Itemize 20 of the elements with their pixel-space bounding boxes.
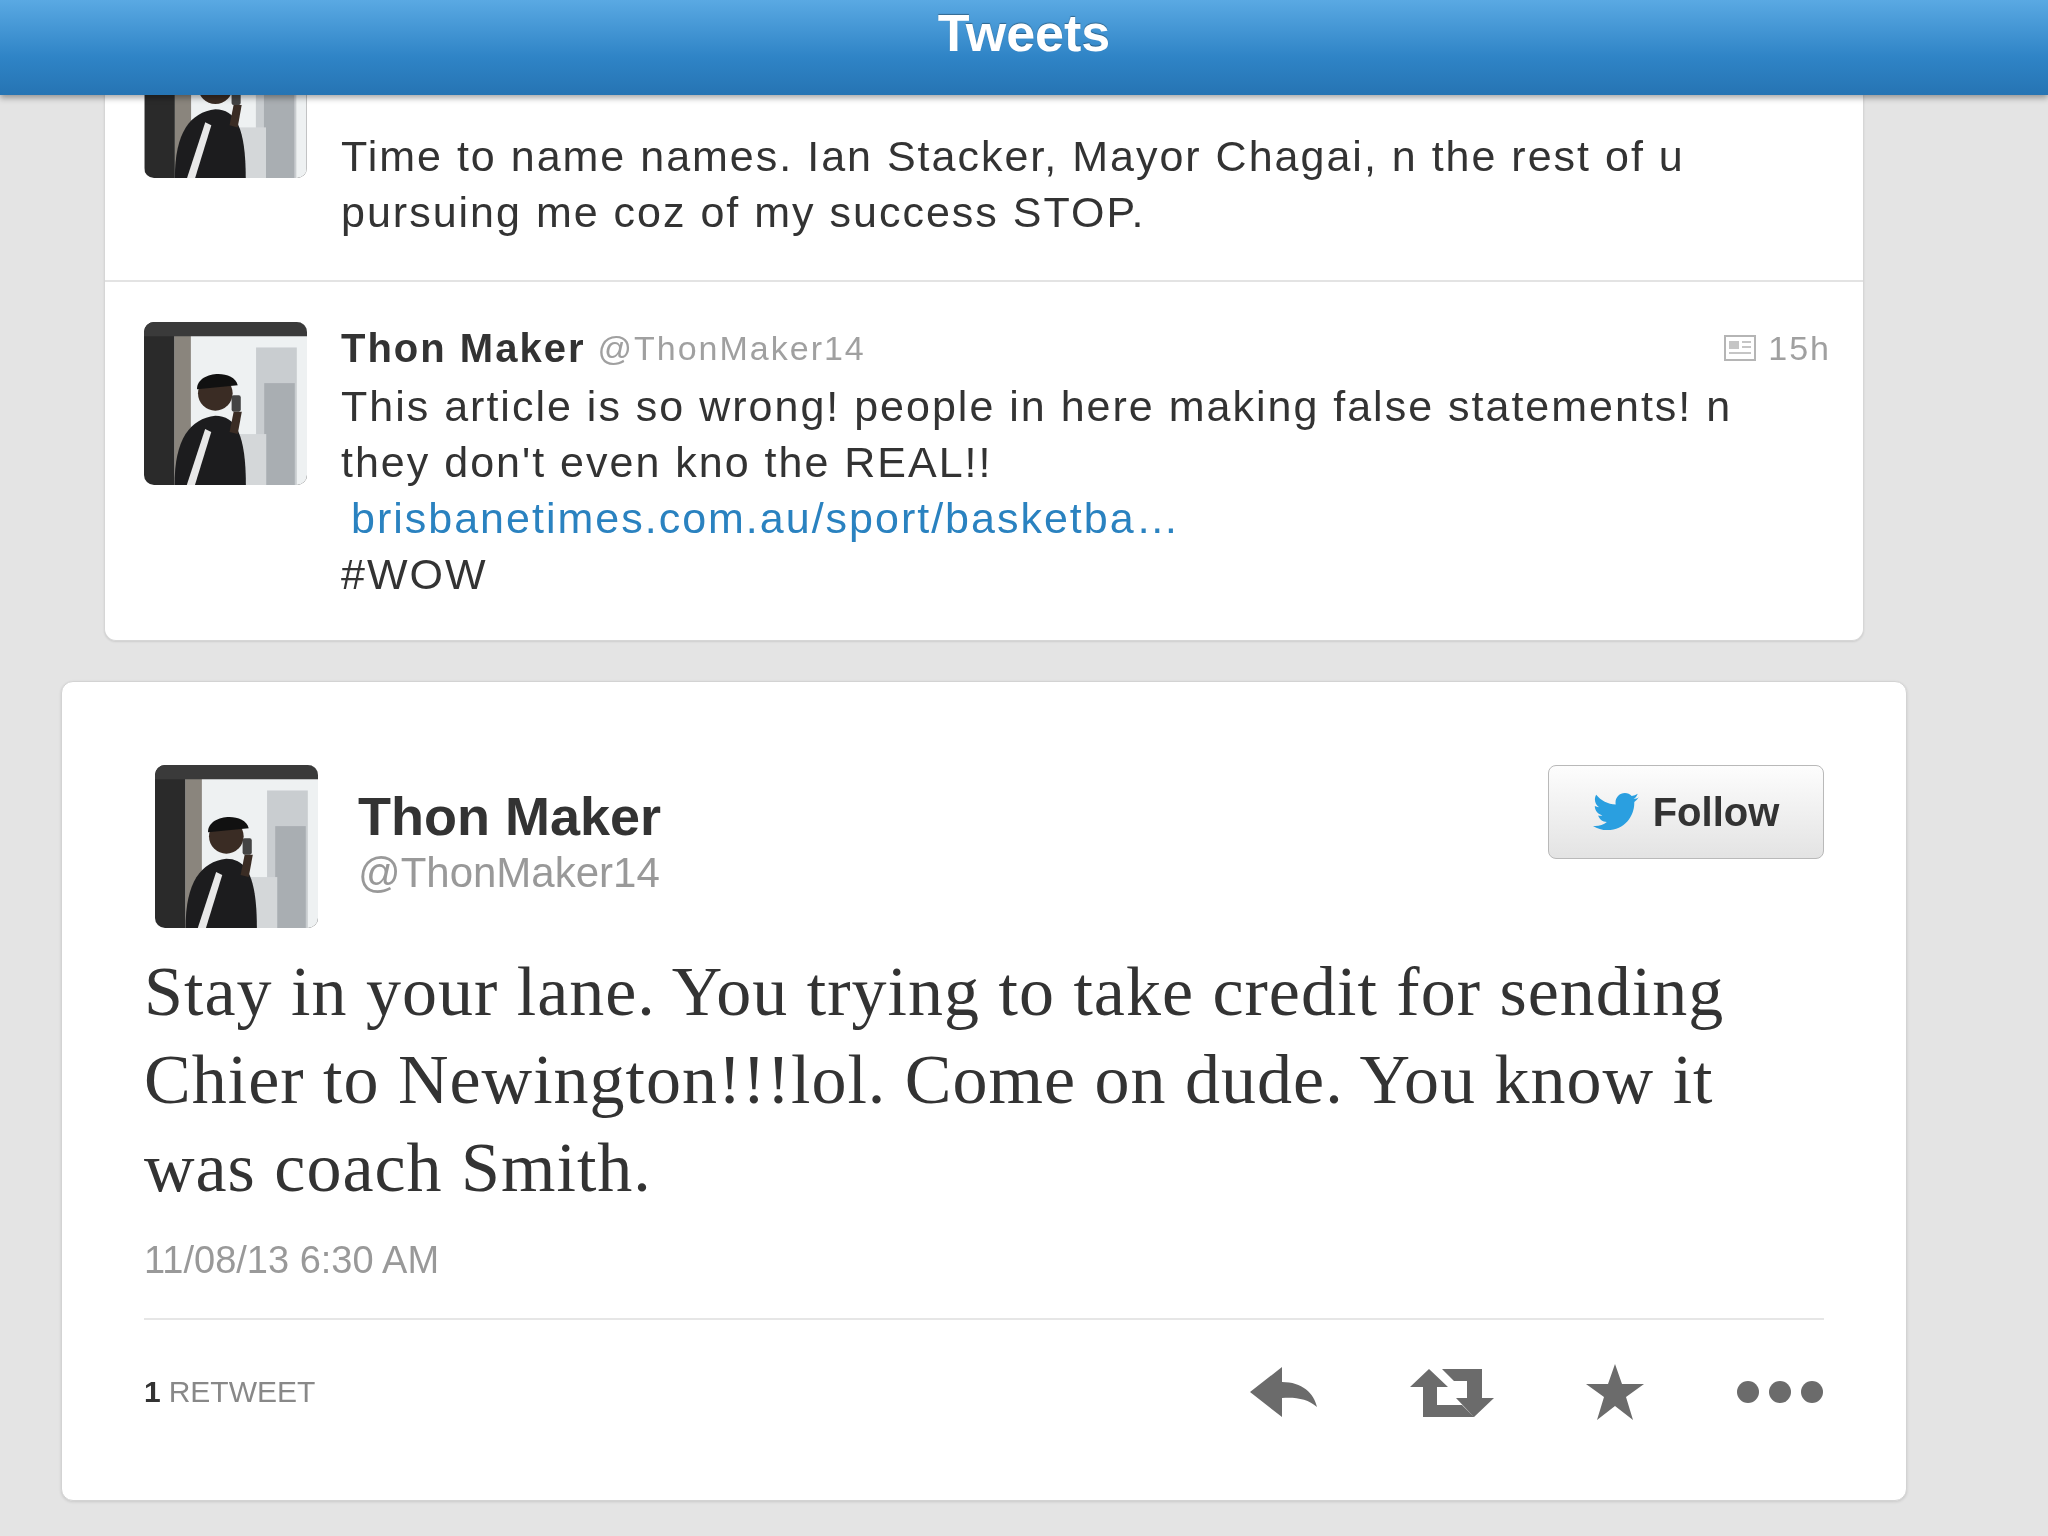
user-name[interactable]: Thon Maker	[358, 785, 662, 847]
tweet-text: #WOW	[341, 549, 489, 600]
retweet-icon[interactable]	[1410, 1367, 1494, 1417]
user-handle: @ThonMaker14	[358, 848, 661, 898]
tweet-timestamp: 11/08/13 6:30 AM	[144, 1238, 441, 1283]
user-name[interactable]: Thon Maker	[341, 320, 586, 376]
reply-icon[interactable]	[1250, 1367, 1318, 1417]
star-icon[interactable]	[1586, 1364, 1644, 1420]
user-handle: @ThonMaker14	[597, 328, 866, 369]
tweet-text: This article is so wrong! people in here making false statements! n they don't even kno the REAL!!	[341, 381, 1734, 488]
tweet-text: Stay in your lane. You trying to take credit for sending Chier to Newington!!!lol. Come on dude. You know it was coach Smith.	[144, 952, 1726, 1208]
bird-icon	[1592, 793, 1639, 831]
follow-button[interactable]: Follow	[1548, 765, 1824, 859]
tweet-link[interactable]: brisbanetimes.com.au/sport/basketba…	[341, 494, 1181, 542]
screen-title: Tweets	[937, 2, 1111, 63]
tweet-text: Time to name names. Ian Stacker, Mayor Chagai, n the rest of u pursuing me coz of my success STOP.	[341, 131, 1686, 238]
more-icon[interactable]	[1736, 1380, 1824, 1404]
retweet-label[interactable]: RETWEET	[168, 1375, 316, 1409]
tweet-time: 15h	[1768, 328, 1831, 369]
retweet-count: 1	[144, 1375, 161, 1409]
